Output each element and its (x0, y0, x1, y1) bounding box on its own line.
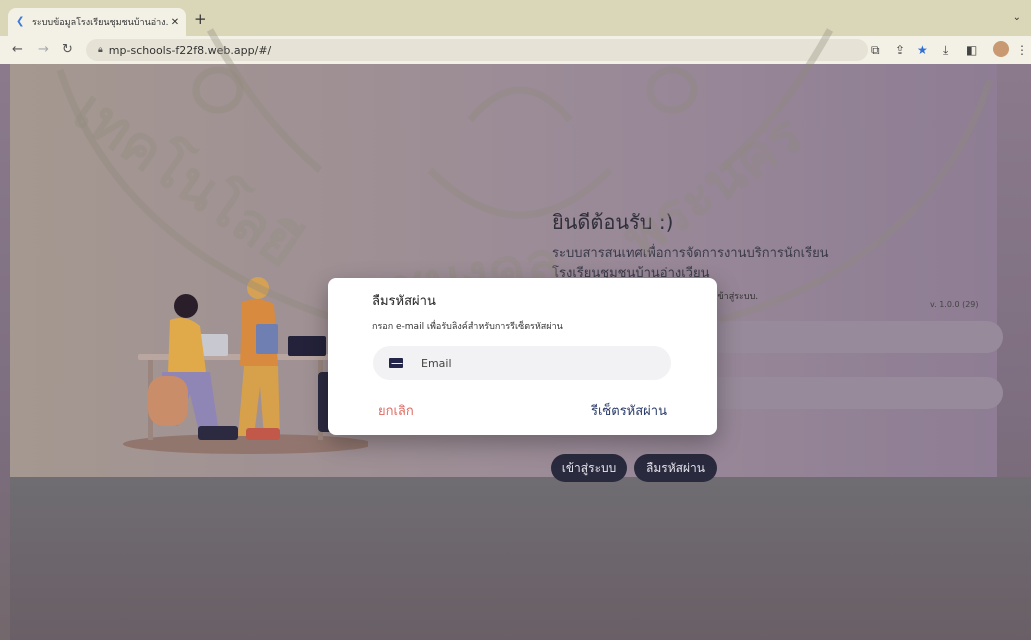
tab-search-icon[interactable]: ⌄ (1013, 12, 1021, 23)
page-background-lower (10, 477, 1031, 640)
username-input[interactable] (700, 321, 1003, 353)
version-label: v. 1.0.0 (29) (930, 300, 979, 309)
back-icon[interactable]: ← (12, 42, 23, 58)
install-app-icon[interactable]: ⧉ (871, 42, 880, 58)
forward-icon[interactable]: → (38, 42, 49, 58)
cancel-button[interactable]: ยกเลิก (378, 400, 414, 421)
bookmark-star-icon[interactable]: ★ (917, 42, 928, 58)
reset-password-button[interactable]: รีเซ็ตรหัสผ่าน (591, 400, 667, 421)
mail-icon (389, 358, 403, 368)
url-text: mp-schools-f22f8.web.app/#/ (108, 43, 272, 57)
system-subtitle: ระบบสารสนเทศเพื่อการจัดการงานบริการนักเร… (552, 246, 829, 261)
browser-toolbar: ← → ↻ 🔒︎ mp-schools-f22f8.web.app/#/ ⧉ ⇪… (0, 36, 1031, 64)
address-bar[interactable]: 🔒︎ mp-schools-f22f8.web.app/#/ (86, 39, 868, 61)
login-button[interactable]: เข้าสู่ระบบ (551, 454, 627, 482)
forgot-password-dialog: ลืมรหัสผ่าน กรอก e-mail เพื่อรับลิงค์สำห… (328, 278, 717, 435)
tab-bar: ❮ ระบบข้อมูลโรงเรียนชุมชนบ้านอ่าง... ✕ +… (0, 0, 1031, 36)
site-favicon-icon: ❮ (16, 16, 25, 27)
close-tab-icon[interactable]: ✕ (168, 17, 182, 28)
menu-icon[interactable]: ⋮ (1016, 42, 1028, 58)
browser-tab[interactable]: ❮ ระบบข้อมูลโรงเรียนชุมชนบ้านอ่าง... ✕ (8, 8, 186, 36)
email-input[interactable] (419, 355, 653, 371)
welcome-heading: ยินดีต้อนรับ :) (552, 210, 674, 234)
profile-avatar[interactable] (993, 41, 1009, 57)
forgot-password-button[interactable]: ลืมรหัสผ่าน (634, 454, 717, 482)
dialog-title: ลืมรหัสผ่าน (372, 294, 436, 309)
dialog-subtitle: กรอก e-mail เพื่อรับลิงค์สำหรับการรีเซ็ต… (372, 322, 563, 332)
tab-title: ระบบข้อมูลโรงเรียนชุมชนบ้านอ่าง... (32, 18, 168, 28)
password-input[interactable] (700, 377, 1003, 409)
lock-icon[interactable]: 🔒︎ (98, 45, 103, 55)
share-icon[interactable]: ⇪ (895, 42, 905, 58)
new-tab-button[interactable]: + (194, 12, 207, 27)
download-icon[interactable]: ⤓ (943, 42, 948, 58)
reload-icon[interactable]: ↻ (62, 42, 73, 58)
email-field[interactable] (373, 346, 671, 380)
side-panel-icon[interactable]: ◧ (966, 42, 977, 58)
